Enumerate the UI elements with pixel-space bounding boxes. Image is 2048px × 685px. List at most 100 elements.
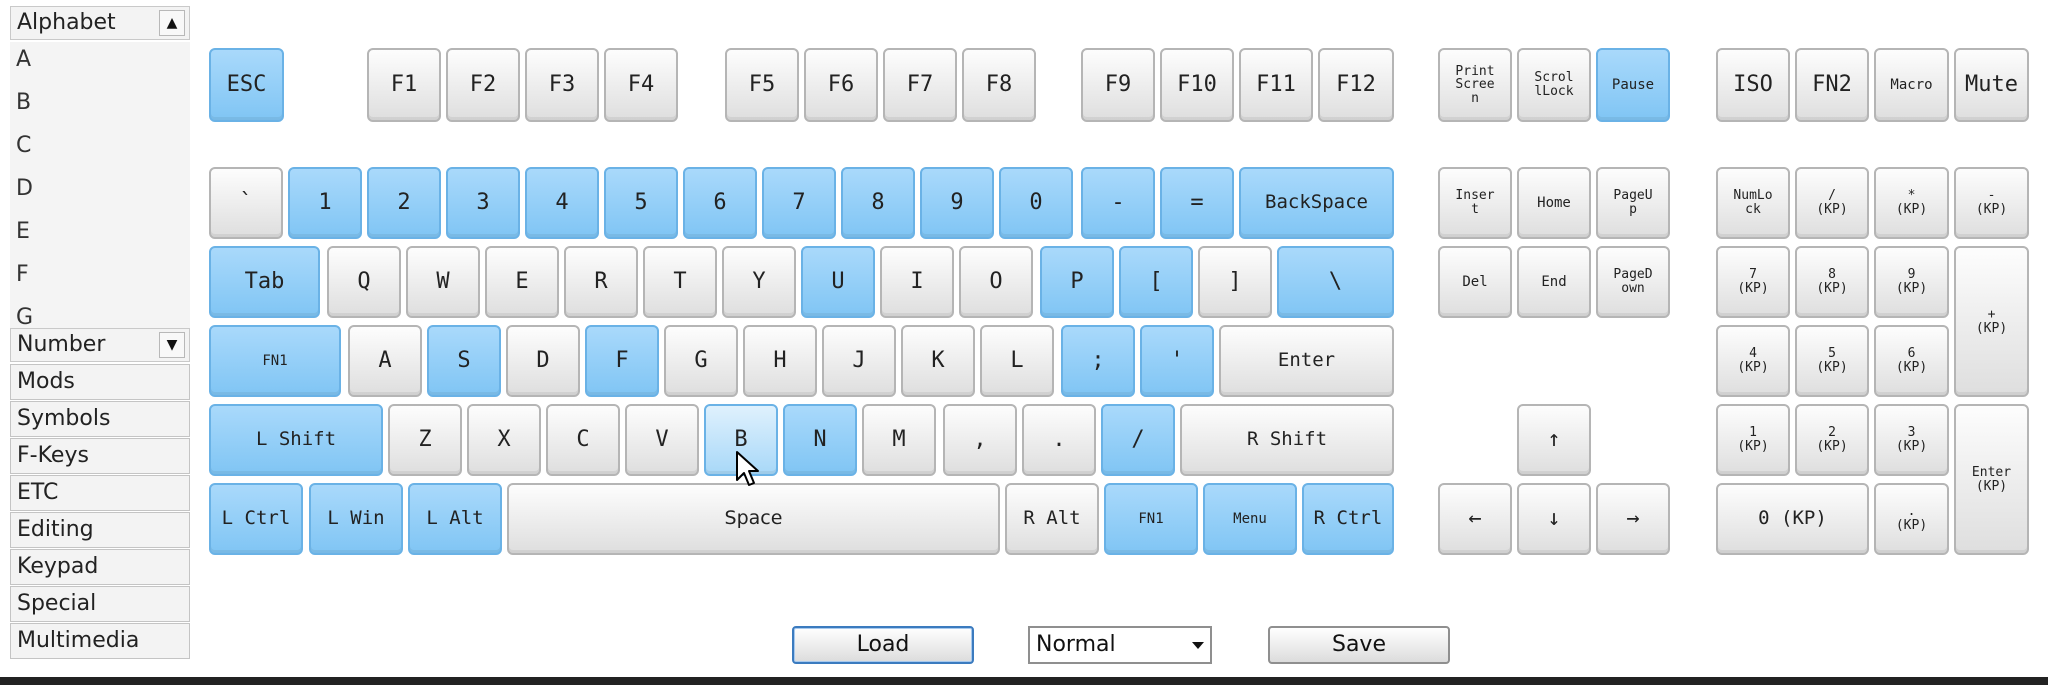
category-symbols[interactable]: Symbols — [10, 401, 190, 437]
key-m[interactable]: M — [862, 404, 936, 476]
key-h[interactable]: H — [743, 325, 817, 397]
key-c[interactable]: C — [546, 404, 620, 476]
key-kp-1[interactable]: 1 (KP) — [1716, 404, 1790, 476]
key-arrow-left[interactable]: ← — [1438, 483, 1512, 555]
chevron-up-icon[interactable]: ▲ — [159, 10, 185, 36]
key-y[interactable]: Y — [722, 246, 796, 318]
key-kp-7[interactable]: 7 (KP) — [1716, 246, 1790, 318]
list-item-c[interactable]: C — [10, 128, 190, 171]
key-x[interactable]: X — [467, 404, 541, 476]
key-kp-subtract[interactable]: - (KP) — [1954, 167, 2029, 239]
key-left-alt[interactable]: L Alt — [408, 483, 502, 555]
key-arrow-right[interactable]: → — [1596, 483, 1670, 555]
key-2[interactable]: 2 — [367, 167, 441, 239]
key-4[interactable]: 4 — [525, 167, 599, 239]
key-page-down[interactable]: PageD own — [1596, 246, 1670, 318]
key-t[interactable]: T — [643, 246, 717, 318]
key-e[interactable]: E — [485, 246, 559, 318]
key-f[interactable]: F — [585, 325, 659, 397]
key-f6[interactable]: F6 — [804, 48, 878, 122]
category-mods[interactable]: Mods — [10, 364, 190, 400]
key-semicolon[interactable]: ; — [1061, 325, 1135, 397]
key-3[interactable]: 3 — [446, 167, 520, 239]
key-kp-add[interactable]: + (KP) — [1954, 246, 2029, 397]
key-iso[interactable]: ISO — [1716, 48, 1790, 122]
key-f11[interactable]: F11 — [1239, 48, 1313, 122]
key-enter[interactable]: Enter — [1219, 325, 1394, 397]
key-mute[interactable]: Mute — [1954, 48, 2029, 122]
key-w[interactable]: W — [406, 246, 480, 318]
key-comma[interactable]: , — [943, 404, 1017, 476]
key-kp-divide[interactable]: / (KP) — [1795, 167, 1869, 239]
key-kp-3[interactable]: 3 (KP) — [1874, 404, 1949, 476]
key-f10[interactable]: F10 — [1160, 48, 1234, 122]
key-fn2[interactable]: FN2 — [1795, 48, 1869, 122]
key-9[interactable]: 9 — [920, 167, 994, 239]
key-macro[interactable]: Macro — [1874, 48, 1949, 122]
key-o[interactable]: O — [959, 246, 1033, 318]
key-print-screen[interactable]: Print Scree n — [1438, 48, 1512, 122]
key-pause[interactable]: Pause — [1596, 48, 1670, 122]
key-kp-8[interactable]: 8 (KP) — [1795, 246, 1869, 318]
key-slash[interactable]: / — [1101, 404, 1175, 476]
category-special[interactable]: Special — [10, 586, 190, 622]
category-keypad[interactable]: Keypad — [10, 549, 190, 585]
key-l[interactable]: L — [980, 325, 1054, 397]
key-menu[interactable]: Menu — [1203, 483, 1297, 555]
key-left-shift[interactable]: L Shift — [209, 404, 383, 476]
key-right-alt[interactable]: R Alt — [1005, 483, 1099, 555]
category-f-keys[interactable]: F-Keys — [10, 438, 190, 474]
key-left-bracket[interactable]: [ — [1119, 246, 1193, 318]
key-fn1-left[interactable]: FN1 — [209, 325, 341, 397]
key-backtick[interactable]: ` — [209, 167, 283, 239]
key-backslash[interactable]: \ — [1277, 246, 1394, 318]
key-right-shift[interactable]: R Shift — [1180, 404, 1394, 476]
key-1[interactable]: 1 — [288, 167, 362, 239]
key-f3[interactable]: F3 — [525, 48, 599, 122]
key-left-ctrl[interactable]: L Ctrl — [209, 483, 303, 555]
key-f12[interactable]: F12 — [1318, 48, 1394, 122]
key-space[interactable]: Space — [507, 483, 1000, 555]
key-kp-9[interactable]: 9 (KP) — [1874, 246, 1949, 318]
key-arrow-up[interactable]: ↑ — [1517, 404, 1591, 476]
key-kp-2[interactable]: 2 (KP) — [1795, 404, 1869, 476]
key-page-up[interactable]: PageU p — [1596, 167, 1670, 239]
key-minus[interactable]: - — [1081, 167, 1155, 239]
key-f4[interactable]: F4 — [604, 48, 678, 122]
key-7[interactable]: 7 — [762, 167, 836, 239]
key-tab[interactable]: Tab — [209, 246, 320, 318]
key-kp-decimal[interactable]: . (KP) — [1874, 483, 1949, 555]
key-f2[interactable]: F2 — [446, 48, 520, 122]
list-item-f[interactable]: F — [10, 257, 190, 300]
key-6[interactable]: 6 — [683, 167, 757, 239]
list-item-a[interactable]: A — [10, 42, 190, 85]
key-scroll-lock[interactable]: Scrol lLock — [1517, 48, 1591, 122]
key-delete[interactable]: Del — [1438, 246, 1512, 318]
key-j[interactable]: J — [822, 325, 896, 397]
key-u[interactable]: U — [801, 246, 875, 318]
list-item-d[interactable]: D — [10, 171, 190, 214]
category-etc[interactable]: ETC — [10, 475, 190, 511]
key-equal[interactable]: = — [1160, 167, 1234, 239]
key-f1[interactable]: F1 — [367, 48, 441, 122]
key-v[interactable]: V — [625, 404, 699, 476]
key-a[interactable]: A — [348, 325, 422, 397]
key-k[interactable]: K — [901, 325, 975, 397]
key-period[interactable]: . — [1022, 404, 1096, 476]
list-item-e[interactable]: E — [10, 214, 190, 257]
category-multimedia[interactable]: Multimedia — [10, 623, 190, 659]
load-button[interactable]: Load — [792, 626, 974, 664]
key-q[interactable]: Q — [327, 246, 401, 318]
key-left-win[interactable]: L Win — [309, 483, 403, 555]
key-esc[interactable]: ESC — [209, 48, 284, 122]
key-kp-5[interactable]: 5 (KP) — [1795, 325, 1869, 397]
key-right-ctrl[interactable]: R Ctrl — [1302, 483, 1394, 555]
key-arrow-down[interactable]: ↓ — [1517, 483, 1591, 555]
key-insert[interactable]: Inser t — [1438, 167, 1512, 239]
key-kp-enter[interactable]: Enter (KP) — [1954, 404, 2029, 555]
key-f5[interactable]: F5 — [725, 48, 799, 122]
key-f8[interactable]: F8 — [962, 48, 1036, 122]
key-f9[interactable]: F9 — [1081, 48, 1155, 122]
key-5[interactable]: 5 — [604, 167, 678, 239]
number-category-header[interactable]: Number ▼ — [10, 328, 190, 362]
